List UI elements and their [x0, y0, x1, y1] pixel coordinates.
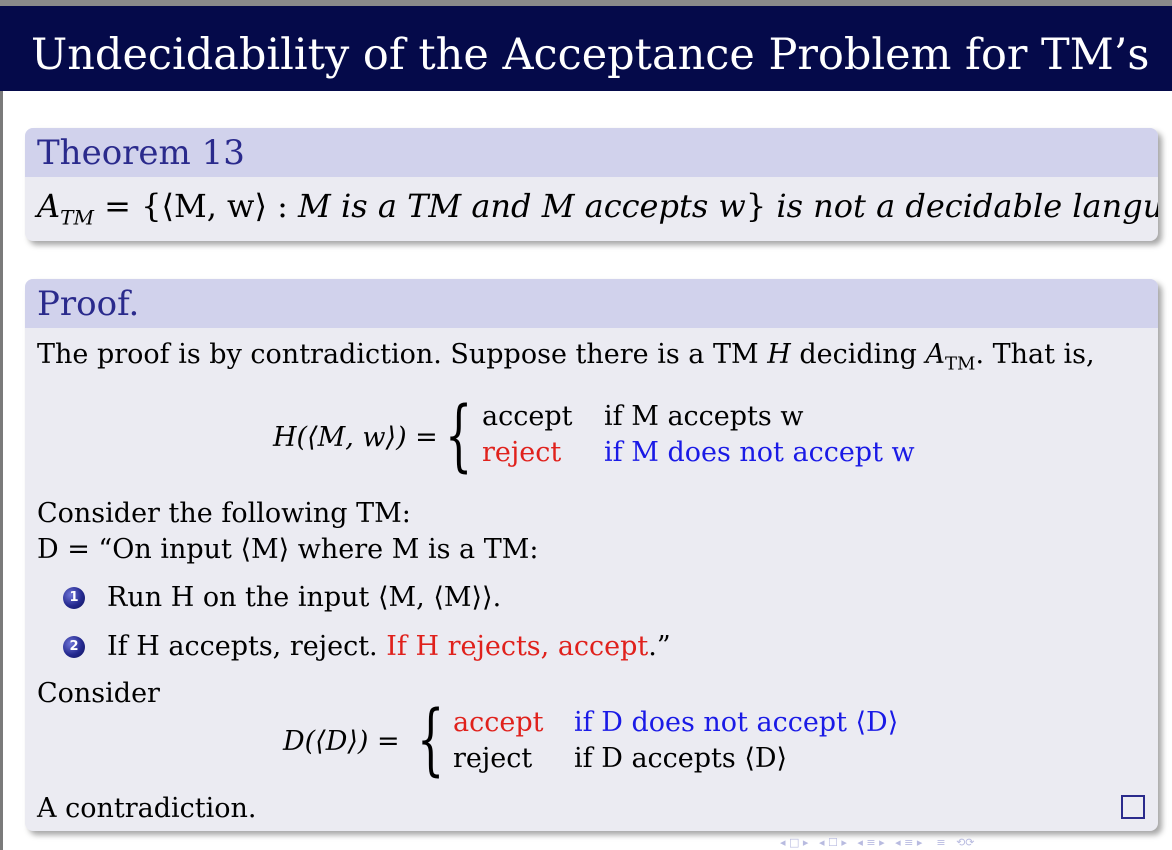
step-1-text: Run H on the input ⟨M, ⟨M⟩⟩.: [107, 582, 502, 613]
proof-intro: The proof is by contradiction. Suppose t…: [37, 338, 1095, 381]
proof-intro-a: A: [925, 339, 946, 370]
d-eval-brace: {: [417, 695, 445, 785]
slide-title-bar: Undecidability of the Acceptance Problem…: [0, 6, 1172, 91]
theorem-header: Theorem 13: [25, 128, 1158, 177]
nav-prev-subsection-icon[interactable]: ◂ ☐ ▸: [819, 836, 847, 849]
proof-header: Proof.: [25, 279, 1158, 328]
theorem-lhs: A: [37, 187, 61, 225]
qed-square-icon: [1121, 795, 1145, 819]
h-case2-value: reject: [482, 437, 562, 468]
nav-search-icon[interactable]: ⟲⟳: [956, 836, 974, 849]
d-case1-condition: if D does not accept ⟨D⟩: [574, 707, 899, 738]
proof-block: Proof. The proof is by contradiction. Su…: [25, 279, 1158, 831]
proof-intro-subscript: TM: [945, 353, 976, 375]
d-eval-lhs: D(⟨D⟩) =: [283, 726, 400, 757]
h-case2-condition: if M does not accept w: [604, 437, 915, 468]
theorem-heading: Theorem 13: [37, 133, 245, 173]
nav-appendix-icon[interactable]: ≡: [936, 836, 945, 849]
h-definition-brace: {: [445, 391, 473, 481]
step-2-text-highlight: If H rejects, accept: [386, 631, 649, 662]
beamer-navigation-bar[interactable]: ◂ □ ▸ ◂ ☐ ▸ ◂ ≡ ▸ ◂ ≡ ▸ ≡ ⟲⟳: [780, 836, 1170, 850]
proof-intro-h: H: [767, 339, 791, 370]
nav-prev-section-icon[interactable]: ◂ ≡ ▸: [857, 836, 884, 849]
d-case2-condition: if D accepts ⟨D⟩: [574, 743, 788, 774]
h-case1-condition: if M accepts w: [604, 401, 804, 432]
step-2-text-main: If H accepts, reject.: [107, 631, 387, 662]
proof-intro-text: The proof is by contradiction. Suppose t…: [37, 339, 768, 370]
step-2-text-end: .”: [648, 631, 671, 662]
step-1-bullet: 1: [63, 587, 85, 609]
theorem-block: Theorem 13 ATM = {⟨M, w⟩ : M is a TM and…: [25, 128, 1158, 241]
consider-tm-text: Consider the following TM:: [37, 498, 411, 529]
step-2-text: If H accepts, reject. If H rejects, acce…: [107, 630, 671, 664]
theorem-conclusion: is not a decidable language.: [776, 187, 1158, 225]
proof-heading: Proof.: [37, 284, 140, 324]
consider-text: Consider: [37, 678, 160, 709]
d-definition: D = “On input ⟨M⟩ where M is a TM:: [37, 534, 539, 565]
proof-intro-end: . That is,: [975, 339, 1095, 370]
d-case2-value: reject: [453, 743, 533, 774]
h-case1-value: accept: [482, 401, 573, 432]
h-definition-lhs: H(⟨M, w⟩) =: [273, 422, 438, 453]
slide-title: Undecidability of the Acceptance Problem…: [31, 30, 1150, 80]
theorem-set-open: = {⟨M, w⟩ :: [93, 187, 299, 225]
d-case1-value: accept: [453, 707, 544, 738]
step-2-bullet: 2: [63, 636, 85, 658]
proof-intro-deciding: deciding: [790, 339, 926, 370]
proof-conclusion: A contradiction.: [37, 793, 257, 824]
left-edge-rule: [0, 91, 3, 850]
theorem-set-close: }: [745, 187, 767, 225]
theorem-condition: M is a TM and M accepts w: [298, 187, 746, 225]
theorem-lhs-subscript: TM: [60, 205, 94, 230]
nav-prev-frame-icon[interactable]: ◂ □ ▸: [780, 836, 808, 849]
nav-slide-icon[interactable]: ◂ ≡ ▸: [895, 836, 922, 849]
theorem-statement: ATM = {⟨M, w⟩ : M is a TM and M accepts …: [37, 186, 1158, 237]
